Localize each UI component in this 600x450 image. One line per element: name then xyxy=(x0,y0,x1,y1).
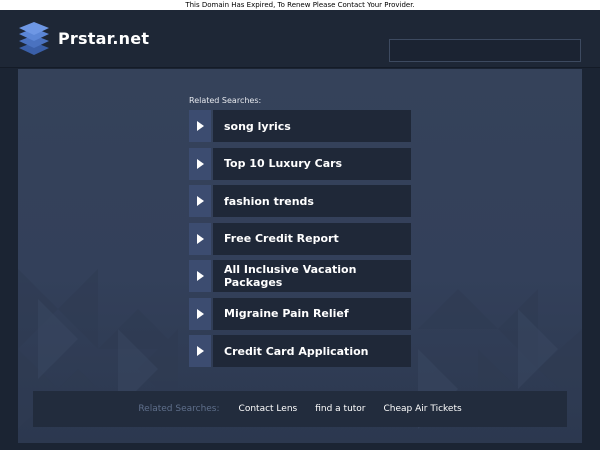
related-link-song-lyrics[interactable]: song lyrics xyxy=(189,110,411,142)
play-arrow-icon xyxy=(189,335,211,367)
site-name[interactable]: Prstar.net xyxy=(58,29,149,48)
footer-link-contact-lens[interactable]: Contact Lens xyxy=(239,404,298,414)
related-link-migraine-relief[interactable]: Migraine Pain Relief xyxy=(189,297,411,330)
related-link-label: Credit Card Application xyxy=(213,335,411,367)
play-arrow-icon xyxy=(189,260,211,292)
related-link-label: Free Credit Report xyxy=(213,222,411,255)
related-link-credit-report[interactable]: Free Credit Report xyxy=(189,222,411,255)
site-header: Prstar.net xyxy=(0,10,600,68)
related-searches-title: Related Searches: xyxy=(189,96,262,105)
stacked-layers-icon[interactable] xyxy=(18,22,50,56)
main-panel: Related Searches: song lyrics Top 10 Lux… xyxy=(18,69,582,443)
expired-banner: This Domain Has Expired, To Renew Please… xyxy=(0,0,600,10)
related-link-label: All Inclusive Vacation Packages xyxy=(213,260,411,292)
related-link-label: Migraine Pain Relief xyxy=(213,297,411,330)
related-link-luxury-cars[interactable]: Top 10 Luxury Cars xyxy=(189,147,411,180)
related-link-label: fashion trends xyxy=(213,185,411,217)
footer-link-find-tutor[interactable]: find a tutor xyxy=(315,404,365,414)
play-arrow-icon xyxy=(189,297,211,330)
play-arrow-icon xyxy=(189,222,211,255)
related-link-label: song lyrics xyxy=(213,110,411,142)
search-input[interactable] xyxy=(389,39,581,62)
related-link-vacation-packages[interactable]: All Inclusive Vacation Packages xyxy=(189,260,411,292)
play-arrow-icon xyxy=(189,110,211,142)
play-arrow-icon xyxy=(189,147,211,180)
footer-link-air-tickets[interactable]: Cheap Air Tickets xyxy=(384,404,462,414)
play-arrow-icon xyxy=(189,185,211,217)
related-link-fashion-trends[interactable]: fashion trends xyxy=(189,185,411,217)
footer-related-label: Related Searches: xyxy=(138,404,220,414)
related-link-credit-card[interactable]: Credit Card Application xyxy=(189,335,411,367)
related-links-list: song lyrics Top 10 Luxury Cars fashion t… xyxy=(189,110,411,373)
related-link-label: Top 10 Luxury Cars xyxy=(213,147,411,180)
footer-related-bar: Related Searches: Contact Lens find a tu… xyxy=(33,391,567,427)
